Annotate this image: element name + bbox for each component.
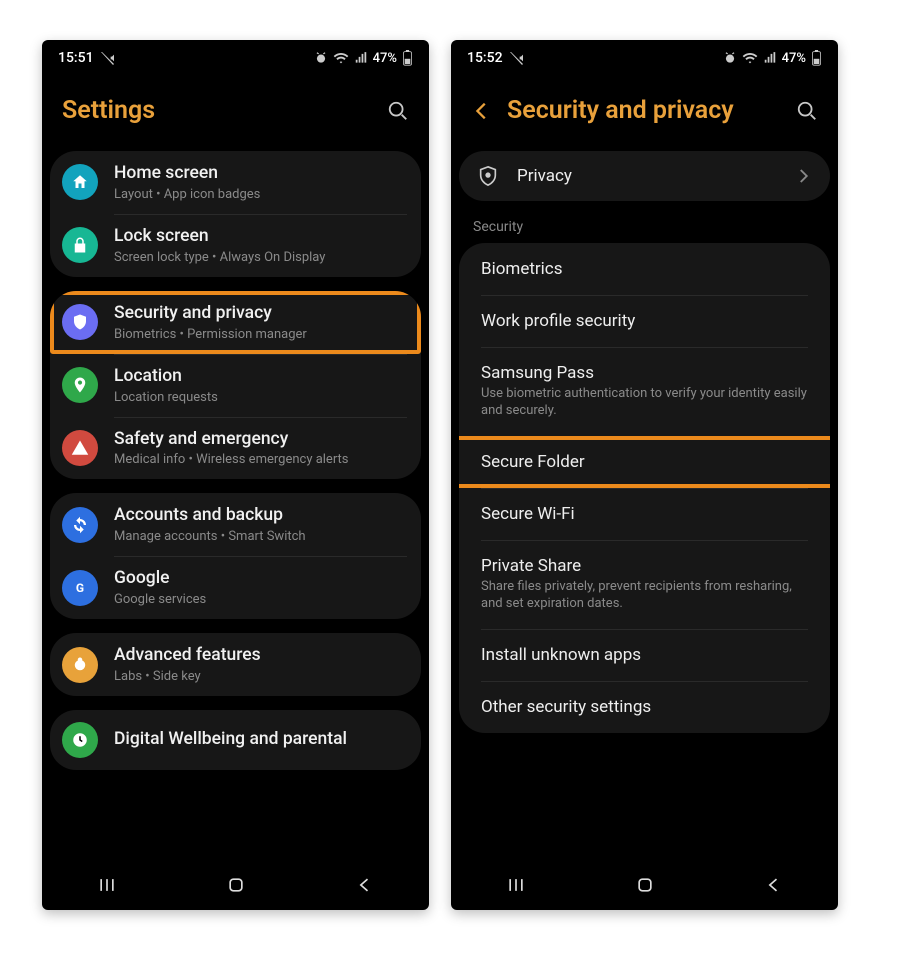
- privacy-card[interactable]: Privacy: [459, 151, 830, 201]
- back-icon[interactable]: [471, 100, 493, 122]
- settings-list[interactable]: Home screen Layout • App icon badges Lock …: [42, 151, 429, 770]
- settings-item-location[interactable]: Location Location requests: [50, 354, 421, 417]
- wellbeing-icon: [62, 722, 98, 758]
- settings-group: Security and privacy Biometrics • Permiss…: [50, 291, 421, 480]
- settings-item-subtitle: Manage accounts • Smart Switch: [114, 529, 407, 544]
- privacy-label: Privacy: [517, 166, 776, 186]
- settings-item-title: Safety and emergency: [114, 429, 407, 451]
- advanced-icon: [62, 647, 98, 683]
- settings-header: Settings: [42, 74, 429, 151]
- google-icon: G: [62, 570, 98, 606]
- back-button[interactable]: [764, 875, 784, 895]
- lock-icon: [62, 227, 98, 263]
- security-item-title: Install unknown apps: [481, 645, 808, 665]
- settings-group: Accounts and backup Manage accounts • Sma…: [50, 493, 421, 619]
- security-item-private-share[interactable]: Private Share Share files privately, prev…: [459, 540, 830, 629]
- mute-icon: [100, 50, 116, 66]
- settings-item-google[interactable]: G Google Google services: [50, 556, 421, 619]
- settings-item-accounts-and-backup[interactable]: Accounts and backup Manage accounts • Sma…: [50, 493, 421, 556]
- security-item-title: Other security settings: [481, 697, 808, 717]
- chevron-right-icon: [794, 167, 812, 185]
- page-title: Settings: [62, 96, 373, 125]
- phone-security: 15:52 47% Security and privacy Privacy S…: [451, 40, 838, 910]
- security-item-title: Secure Wi-Fi: [481, 504, 808, 524]
- wifi-icon: [742, 50, 758, 66]
- status-battery: 47%: [373, 51, 397, 66]
- settings-item-subtitle: Labs • Side key: [114, 669, 407, 684]
- settings-item-subtitle: Layout • App icon badges: [114, 187, 407, 202]
- settings-item-subtitle: Biometrics • Permission manager: [114, 327, 407, 342]
- settings-item-safety-and-emergency[interactable]: Safety and emergencyMedical info • Wirel…: [50, 417, 421, 480]
- home-icon: [62, 164, 98, 200]
- back-button[interactable]: [355, 875, 375, 895]
- security-item-subtitle: Use biometric authentication to verify y…: [481, 386, 808, 420]
- settings-item-title: Digital Wellbeing and parental: [114, 729, 407, 751]
- settings-item-subtitle: Google services: [114, 592, 407, 607]
- security-item-title: Biometrics: [481, 259, 808, 279]
- alarm-icon: [723, 51, 737, 65]
- security-item-secure-folder[interactable]: Secure Folder: [459, 436, 830, 488]
- settings-item-home-screen[interactable]: Home screen Layout • App icon badges: [50, 151, 421, 214]
- settings-item-subtitle: Medical info • Wireless emergency alerts: [114, 452, 407, 467]
- settings-item-title: Home screen: [114, 163, 407, 185]
- battery-icon: [402, 50, 413, 66]
- alert-icon: [62, 430, 98, 466]
- status-time: 15:51: [58, 50, 94, 66]
- home-button[interactable]: [226, 875, 246, 895]
- security-item-subtitle: Share files privately, prevent recipient…: [481, 579, 808, 613]
- svg-text:G: G: [76, 580, 84, 594]
- settings-item-title: Accounts and backup: [114, 505, 407, 527]
- sync-icon: [62, 507, 98, 543]
- search-icon[interactable]: [796, 100, 818, 122]
- security-item-title: Work profile security: [481, 311, 808, 331]
- status-time: 15:52: [467, 50, 503, 66]
- settings-item-title: Lock screen: [114, 226, 407, 248]
- android-navbar[interactable]: [451, 860, 838, 910]
- signal-icon: [354, 51, 368, 65]
- settings-item-subtitle: Screen lock type • Always On Display: [114, 250, 407, 265]
- security-item-work-profile-security[interactable]: Work profile security: [459, 295, 830, 347]
- android-navbar[interactable]: [42, 860, 429, 910]
- recents-button[interactable]: [97, 875, 117, 895]
- settings-item-title: Security and privacy: [114, 303, 407, 325]
- security-item-title: Private Share: [481, 556, 808, 576]
- battery-icon: [811, 50, 822, 66]
- status-battery: 47%: [782, 51, 806, 66]
- security-item-title: Secure Folder: [481, 452, 808, 472]
- security-item-other-security-settings[interactable]: Other security settings: [459, 681, 830, 733]
- home-button[interactable]: [635, 875, 655, 895]
- search-icon[interactable]: [387, 100, 409, 122]
- security-header: Security and privacy: [451, 74, 838, 151]
- settings-item-advanced-features[interactable]: Advanced features Labs • Side key: [50, 633, 421, 696]
- settings-item-subtitle: Location requests: [114, 390, 407, 405]
- settings-group: Advanced features Labs • Side key: [50, 633, 421, 696]
- security-item-samsung-pass[interactable]: Samsung Pass Use biometric authentication…: [459, 347, 830, 436]
- settings-group: Home screen Layout • App icon badges Lock …: [50, 151, 421, 277]
- security-item-biometrics[interactable]: Biometrics: [459, 243, 830, 295]
- signal-icon: [763, 51, 777, 65]
- settings-item-lock-screen[interactable]: Lock screen Screen lock type • Always On …: [50, 214, 421, 277]
- security-item-install-unknown-apps[interactable]: Install unknown apps: [459, 629, 830, 681]
- security-section-label: Security: [451, 219, 838, 243]
- security-list[interactable]: Biometrics Work profile security Samsung P…: [459, 243, 830, 733]
- pin-icon: [62, 367, 98, 403]
- settings-item-title: Location: [114, 366, 407, 388]
- recents-button[interactable]: [506, 875, 526, 895]
- alarm-icon: [314, 51, 328, 65]
- shield-icon: [477, 165, 499, 187]
- settings-item-digital-wellbeing-and-parental[interactable]: Digital Wellbeing and parental: [50, 710, 421, 770]
- shield-icon: [62, 304, 98, 340]
- status-bar: 15:51 47%: [42, 40, 429, 74]
- settings-item-security-and-privacy[interactable]: Security and privacy Biometrics • Permiss…: [50, 291, 421, 354]
- settings-group: Digital Wellbeing and parental: [50, 710, 421, 770]
- settings-item-title: Google: [114, 568, 407, 590]
- settings-item-title: Advanced features: [114, 645, 407, 667]
- security-item-secure-wi-fi[interactable]: Secure Wi-Fi: [459, 488, 830, 540]
- security-item-title: Samsung Pass: [481, 363, 808, 383]
- mute-icon: [509, 50, 525, 66]
- status-bar: 15:52 47%: [451, 40, 838, 74]
- wifi-icon: [333, 50, 349, 66]
- page-title: Security and privacy: [507, 96, 782, 125]
- phone-settings: 15:51 47% Settings Home screen Layout • A…: [42, 40, 429, 910]
